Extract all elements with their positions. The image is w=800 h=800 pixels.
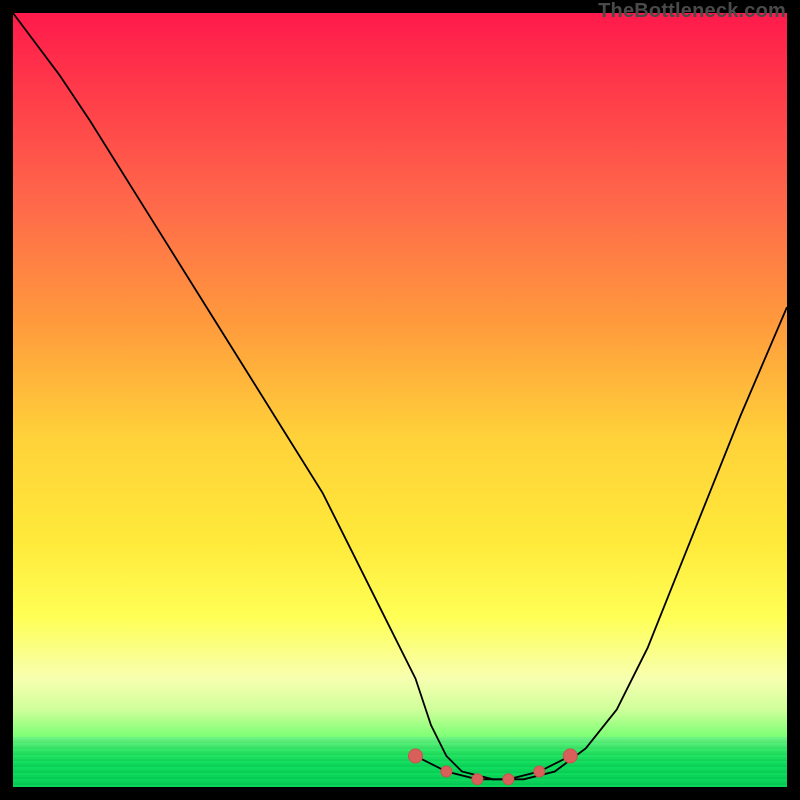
optimal-range-point — [472, 774, 483, 785]
optimal-range-point — [563, 749, 577, 763]
watermark-text: TheBottleneck.com — [598, 0, 786, 23]
chart-root: TheBottleneck.com — [0, 0, 800, 800]
plot-area — [13, 13, 787, 787]
optimal-range-point — [534, 766, 545, 777]
optimal-range-point — [503, 774, 514, 785]
optimal-range-line — [416, 756, 571, 779]
bottleneck-curve — [13, 13, 787, 779]
optimal-range-point — [409, 749, 423, 763]
optimal-range-point — [441, 766, 452, 777]
curve-layer — [13, 13, 787, 787]
